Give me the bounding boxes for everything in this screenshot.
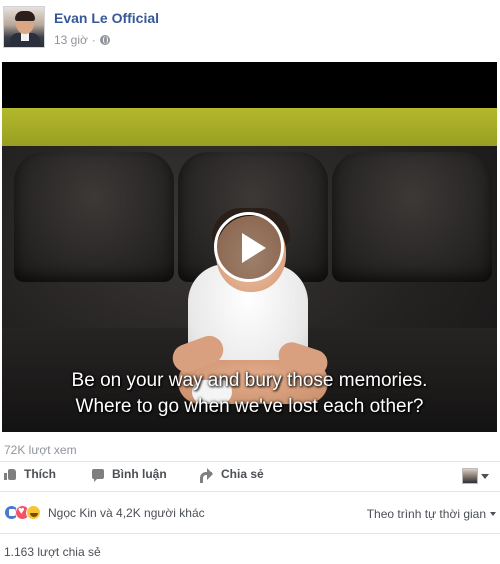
comment-label: Bình luận [112,467,167,481]
comment-icon [92,469,104,482]
post-time[interactable]: 13 giờ [54,33,88,47]
video-player[interactable]: Be on your way and bury those memories. … [2,62,497,432]
subtitle-line-1: Be on your way and bury those memories. [71,370,428,391]
globe-icon[interactable] [99,35,110,45]
share-button[interactable]: Chia sẻ [200,467,264,483]
comment-button[interactable]: Bình luận [92,467,167,482]
share-arrow-icon [200,468,213,483]
sofa-cushion-left [14,152,174,282]
share-label: Chia sẻ [221,467,264,481]
sofa-cushion-right [332,152,492,282]
like-button[interactable]: Thích [4,467,56,481]
avatar-hair [15,11,35,21]
author-name[interactable]: Evan Le Official [54,10,159,26]
author-avatar[interactable] [3,6,45,48]
post-meta: 13 giờ · [54,33,110,47]
divider [0,533,500,534]
play-button[interactable] [214,212,284,282]
sort-label: Theo trình tự thời gian [366,507,486,521]
facebook-post: Evan Le Official 13 giờ · Be on your way… [0,0,500,564]
post-header: Evan Le Official 13 giờ · [0,0,500,56]
share-count[interactable]: 1.163 lượt chia sẻ [4,545,101,559]
reaction-summary[interactable]: Ngọc Kin và 4,2K người khác [4,505,205,520]
haha-reaction-icon [26,505,41,520]
like-label: Thích [24,467,56,481]
reaction-icons [4,505,41,520]
comment-sort-dropdown[interactable]: Theo trình tự thời gian [367,507,496,521]
divider [0,491,500,492]
thumbs-up-icon [4,468,16,480]
meta-separator: · [91,33,96,47]
video-subtitles: Be on your way and bury those memories. … [2,368,497,420]
play-icon [242,233,266,263]
subtitle-line-2: Where to go when we've lost each other? [75,396,424,417]
profile-thumbnail [462,468,478,484]
avatar-collar [21,33,29,41]
reaction-summary-text[interactable]: Ngọc Kin và 4,2K người khác [48,506,205,520]
action-bar: Thích Bình luận Chia sẻ [0,462,500,491]
post-as-selector[interactable] [462,468,489,484]
chevron-down-icon [490,512,496,516]
view-count: 72K lượt xem [4,443,77,457]
chevron-down-icon [481,473,489,479]
